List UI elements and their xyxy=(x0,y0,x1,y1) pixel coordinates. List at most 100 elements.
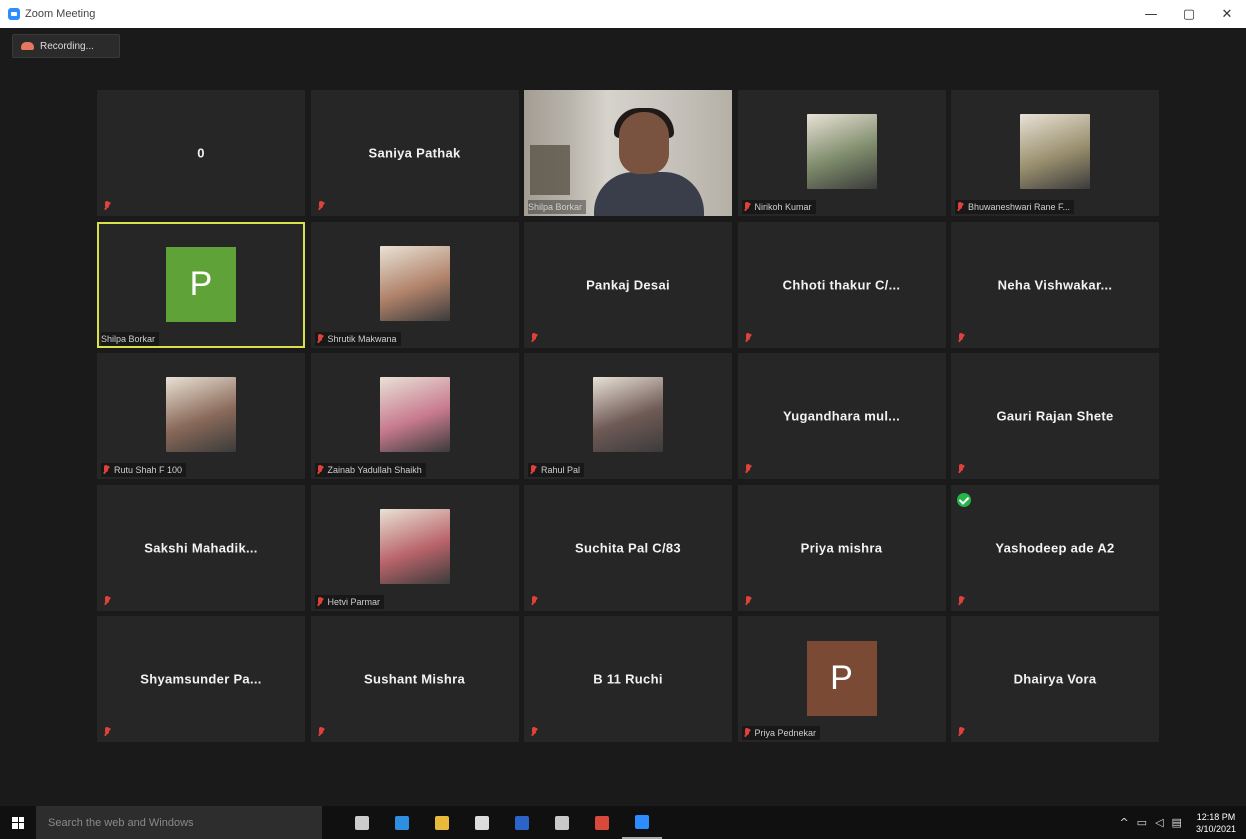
notification-icon[interactable]: ▤ xyxy=(1172,816,1182,829)
participant-label-text: Rutu Shah F 100 xyxy=(114,465,183,475)
profile-photo xyxy=(593,377,663,452)
participant-name: Priya mishra xyxy=(800,540,883,555)
participant-label-text: Hetvi Parmar xyxy=(327,596,381,607)
volume-icon[interactable]: ◁ xyxy=(1155,816,1163,829)
participant-label: Priya Pednekar xyxy=(741,726,821,740)
participant-tile[interactable]: 0 xyxy=(97,90,305,216)
muted-mic-icon xyxy=(956,726,966,738)
participant-tile[interactable]: Sushant Mishra xyxy=(310,616,519,742)
participant-name: Neha Vishwakar... xyxy=(997,277,1113,292)
participant-tile[interactable]: Neha Vishwakar... xyxy=(951,221,1159,348)
participant-name: B 11 Ruchi xyxy=(593,671,663,687)
participant-label: Hetvi Parmar xyxy=(314,594,385,609)
window-controls: — ▢ ✕ xyxy=(1132,0,1246,28)
participant-tile[interactable]: Shrutik Makwana xyxy=(310,221,519,348)
network-icon[interactable]: ▭ xyxy=(1137,816,1147,829)
participant-tile[interactable]: B 11 Ruchi xyxy=(524,616,732,742)
participant-tile[interactable]: Gauri Rajan Shete xyxy=(951,353,1159,479)
taskbar-app-store[interactable] xyxy=(462,806,502,839)
participant-tile[interactable]: Sakshi Mahadik... xyxy=(97,484,305,611)
participant-tile[interactable]: Shilpa Borkar xyxy=(524,90,732,216)
profile-photo xyxy=(379,508,450,584)
muted-mic-icon xyxy=(102,200,112,212)
muted-mic-icon xyxy=(743,332,753,344)
participant-tile[interactable]: P Shilpa Borkar xyxy=(97,221,305,348)
muted-mic-icon xyxy=(742,201,752,213)
participant-tile[interactable]: Dhairya Vora xyxy=(951,616,1159,742)
taskbar-app-word[interactable] xyxy=(502,806,542,839)
participant-tile[interactable]: Priya mishra xyxy=(737,484,946,611)
profile-photo xyxy=(379,245,450,321)
participant-tile[interactable]: Saniya Pathak xyxy=(310,90,519,216)
muted-mic-icon xyxy=(956,463,966,475)
muted-mic-icon xyxy=(528,464,538,476)
muted-mic-icon xyxy=(315,596,325,608)
profile-photo xyxy=(379,377,450,452)
participant-tile[interactable]: Nirikoh Kumar xyxy=(737,90,946,216)
participant-name: Yugandhara mul... xyxy=(782,408,901,424)
participant-tile[interactable]: Bhuwaneshwari Rane F... xyxy=(951,90,1159,216)
participant-tile[interactable]: Yugandhara mul... xyxy=(737,353,946,479)
participant-label: Shilpa Borkar xyxy=(101,331,160,346)
participant-tile[interactable]: Rutu Shah F 100 xyxy=(97,353,305,479)
participant-name: Yashodeep ade A2 xyxy=(995,540,1115,555)
recording-indicator[interactable]: Recording... xyxy=(12,34,120,58)
participant-name: Suchita Pal C/83 xyxy=(575,540,681,555)
muted-mic-icon xyxy=(316,200,326,212)
participant-label: Zainab Yadullah Shaikh xyxy=(314,463,426,477)
taskbar-app-paint[interactable] xyxy=(542,806,582,839)
muted-mic-icon xyxy=(529,332,539,344)
chevron-up-icon[interactable]: ^ xyxy=(1119,816,1128,829)
cloud-recording-icon xyxy=(21,42,34,50)
participant-name: 0 xyxy=(197,145,205,161)
muted-mic-icon xyxy=(102,595,112,607)
recording-label: Recording... xyxy=(40,40,94,52)
taskbar-clock[interactable]: 12:18 PM 3/10/2021 xyxy=(1196,811,1236,835)
restore-button[interactable]: ▢ xyxy=(1170,0,1208,28)
avatar-initial: P xyxy=(166,246,236,322)
participant-tile[interactable]: Pankaj Desai xyxy=(524,221,732,348)
participant-tile[interactable]: Yashodeep ade A2 xyxy=(951,484,1159,611)
windows-taskbar: Search the web and Windows ^ ▭ ◁ ▤ 12:18… xyxy=(0,806,1246,839)
participant-label-text: Shilpa Borkar xyxy=(101,333,156,344)
participant-tile[interactable]: Shyamsunder Pa... xyxy=(97,616,305,742)
minimize-button[interactable]: — xyxy=(1132,0,1170,28)
participant-label: Shilpa Borkar xyxy=(528,200,587,214)
participant-tile[interactable]: Hetvi Parmar xyxy=(310,484,519,611)
participant-tile[interactable]: Chhoti thakur C/... xyxy=(737,221,946,348)
close-button[interactable]: ✕ xyxy=(1208,0,1246,28)
zoom-icon xyxy=(635,814,649,829)
participant-tile[interactable]: P Priya Pednekar xyxy=(737,616,946,742)
participant-name: Shyamsunder Pa... xyxy=(140,671,262,687)
windows-logo-icon xyxy=(12,816,24,829)
participant-name: Saniya Pathak xyxy=(368,145,461,161)
taskbar-app-file-explorer[interactable] xyxy=(422,806,462,839)
taskbar-apps xyxy=(342,806,662,839)
file-explorer-icon xyxy=(435,815,449,830)
taskbar-app-task-view[interactable] xyxy=(342,806,382,839)
taskbar-app-zoom[interactable] xyxy=(622,806,662,839)
video-feed xyxy=(524,90,732,216)
participant-label: Rutu Shah F 100 xyxy=(101,463,187,477)
participant-name: Gauri Rajan Shete xyxy=(996,408,1114,424)
participant-tile[interactable]: Suchita Pal C/83 xyxy=(524,484,732,611)
edge-icon xyxy=(395,815,409,830)
muted-mic-icon xyxy=(742,727,752,739)
taskbar-app-edge[interactable] xyxy=(382,806,422,839)
muted-mic-icon xyxy=(529,595,539,607)
taskbar-search-box[interactable]: Search the web and Windows xyxy=(36,806,322,839)
participant-tile[interactable]: Zainab Yadullah Shaikh xyxy=(310,353,519,479)
start-button[interactable] xyxy=(0,806,36,839)
participant-label-text: Nirikoh Kumar xyxy=(754,202,812,212)
participant-gallery: 0 Saniya Pathak Shilpa Borkar Nirikoh Kumar… xyxy=(97,90,1159,742)
muted-mic-icon xyxy=(743,463,753,475)
muted-mic-icon xyxy=(102,726,112,738)
participant-name: Sakshi Mahadik... xyxy=(144,540,258,555)
participant-tile[interactable]: Rahul Pal xyxy=(524,353,732,479)
participant-label: Bhuwaneshwari Rane F... xyxy=(955,200,1075,214)
paint-icon xyxy=(555,815,569,830)
participant-name: Dhairya Vora xyxy=(1013,671,1097,687)
taskbar-app-chrome[interactable] xyxy=(582,806,622,839)
participant-label-text: Priya Pednekar xyxy=(754,728,817,738)
search-placeholder: Search the web and Windows xyxy=(48,816,194,829)
